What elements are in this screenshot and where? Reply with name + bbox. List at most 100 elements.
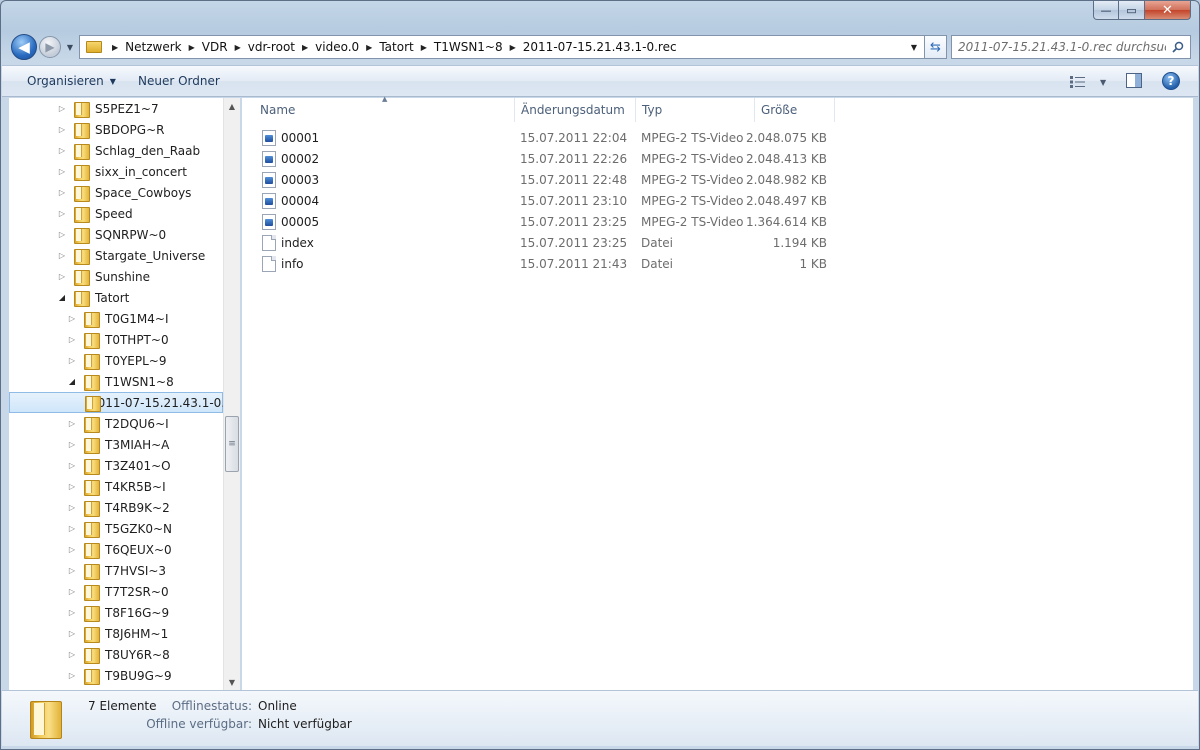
tree-item[interactable]: ▷ T8UY6R~8 bbox=[67, 644, 170, 665]
scroll-down-button[interactable]: ▼ bbox=[224, 674, 240, 690]
tree-item[interactable]: 2011-07-15.21.43.1-0.rec bbox=[9, 392, 238, 413]
file-row[interactable]: 00002 15.07.2011 22:26 MPEG-2 TS-Video 2.04… bbox=[242, 149, 842, 170]
tree-item[interactable]: ▷ T3Z401~O bbox=[67, 455, 171, 476]
navigation-pane[interactable]: ▷ S5PEZ1~7 ▷ SBDOPG~R ▷ Schlag_den_Raab ▷ sixx_… bbox=[9, 98, 239, 690]
tree-item[interactable]: ▷ T7HVSI~3 bbox=[67, 560, 166, 581]
minimize-button[interactable]: — bbox=[1093, 1, 1119, 20]
expand-arrow-icon[interactable]: ▷ bbox=[67, 419, 77, 429]
breadcrumb-item[interactable]: ▶ VDR bbox=[183, 36, 229, 58]
expand-arrow-icon[interactable]: ▷ bbox=[67, 524, 77, 534]
tree-item[interactable]: ▷ T0THPT~0 bbox=[67, 329, 169, 350]
breadcrumb-item[interactable]: ▶ Tatort bbox=[360, 36, 415, 58]
expand-arrow-icon[interactable]: ▷ bbox=[57, 209, 67, 219]
expand-arrow-icon[interactable]: ▷ bbox=[67, 671, 77, 681]
expand-arrow-icon[interactable]: ▷ bbox=[57, 146, 67, 156]
expand-arrow-icon[interactable]: ▷ bbox=[67, 356, 77, 366]
scroll-up-button[interactable]: ▲ bbox=[224, 98, 240, 114]
tree-item[interactable]: ◢ T1WSN1~8 bbox=[67, 371, 174, 392]
search-input[interactable] bbox=[958, 40, 1166, 54]
expand-arrow-icon[interactable]: ▷ bbox=[67, 461, 77, 471]
expand-arrow-icon[interactable]: ▷ bbox=[57, 272, 67, 282]
breadcrumb-arrow-icon[interactable]: ▶ bbox=[504, 43, 522, 52]
file-row[interactable]: index 15.07.2011 23:25 Datei 1.194 KB bbox=[242, 233, 842, 254]
file-row[interactable]: 00004 15.07.2011 23:10 MPEG-2 TS-Video 2.04… bbox=[242, 191, 842, 212]
search-box[interactable] bbox=[951, 35, 1191, 59]
expand-arrow-icon[interactable]: ▷ bbox=[67, 440, 77, 450]
file-row[interactable]: 00005 15.07.2011 23:25 MPEG-2 TS-Video 1.36… bbox=[242, 212, 842, 233]
tree-item[interactable]: ▷ T0YEPL~9 bbox=[67, 350, 167, 371]
expand-arrow-icon[interactable]: ▷ bbox=[57, 230, 67, 240]
expand-arrow-icon[interactable]: ▷ bbox=[67, 482, 77, 492]
close-button[interactable]: ✕ bbox=[1145, 1, 1191, 20]
chevron-down-icon[interactable]: ▼ bbox=[1100, 78, 1106, 87]
tree-scrollbar[interactable]: ▲ ≡ ▼ bbox=[223, 98, 240, 690]
file-row[interactable]: 00003 15.07.2011 22:48 MPEG-2 TS-Video 2.04… bbox=[242, 170, 842, 191]
file-row[interactable]: info 15.07.2011 21:43 Datei 1 KB bbox=[242, 254, 842, 275]
file-row[interactable]: 00001 15.07.2011 22:04 MPEG-2 TS-Video 2.04… bbox=[242, 128, 842, 149]
new-folder-button[interactable]: Neuer Ordner bbox=[138, 74, 220, 88]
scrollbar-thumb[interactable]: ≡ bbox=[225, 416, 239, 472]
column-header-name[interactable]: Name ▲ bbox=[242, 95, 515, 122]
maximize-button[interactable]: ▭ bbox=[1119, 1, 1145, 20]
breadcrumb-item[interactable]: ▶ vdr-root bbox=[229, 36, 296, 58]
expand-arrow-icon[interactable]: ▷ bbox=[57, 188, 67, 198]
search-icon[interactable] bbox=[1172, 41, 1184, 53]
tree-item[interactable]: ▷ SBDOPG~R bbox=[57, 119, 164, 140]
expand-arrow-icon[interactable]: ▷ bbox=[67, 629, 77, 639]
tree-item[interactable]: ▷ T4KR5B~I bbox=[67, 476, 166, 497]
tree-item[interactable]: ▷ Schlag_den_Raab bbox=[57, 140, 200, 161]
breadcrumb-arrow-icon[interactable]: ▶ bbox=[229, 43, 247, 52]
organize-button[interactable]: Organisieren ▼ bbox=[27, 74, 116, 88]
breadcrumb-arrow-icon[interactable]: ▶ bbox=[296, 43, 314, 52]
collapse-arrow-icon[interactable]: ◢ bbox=[67, 377, 77, 387]
collapse-arrow-icon[interactable]: ◢ bbox=[57, 293, 67, 303]
tree-item[interactable]: ◢ Tatort bbox=[57, 287, 129, 308]
tree-item[interactable]: ▷ T3MIAH~A bbox=[67, 434, 169, 455]
breadcrumb-item[interactable]: ▶ 2011-07-15.21.43.1-0.rec bbox=[504, 36, 678, 58]
breadcrumb-item[interactable]: ▶ Netzwerk bbox=[106, 36, 183, 58]
tree-item[interactable]: ▷ Stargate_Universe bbox=[57, 245, 205, 266]
expand-arrow-icon[interactable]: ▷ bbox=[67, 566, 77, 576]
tree-item[interactable]: ▷ Space_Cowboys bbox=[57, 182, 191, 203]
tree-item[interactable]: ▷ T5GZK0~N bbox=[67, 518, 172, 539]
breadcrumb-arrow-icon[interactable]: ▶ bbox=[360, 43, 378, 52]
tree-item[interactable]: ▷ T0G1M4~I bbox=[67, 308, 168, 329]
expand-arrow-icon[interactable]: ▷ bbox=[67, 503, 77, 513]
tree-item[interactable]: ▷ Sunshine bbox=[57, 266, 150, 287]
change-view-button[interactable]: ▼ bbox=[1070, 73, 1110, 91]
tree-item[interactable]: ▷ Speed bbox=[57, 203, 133, 224]
column-header-size[interactable]: Größe bbox=[755, 98, 835, 122]
expand-arrow-icon[interactable]: ▷ bbox=[57, 251, 67, 261]
breadcrumb-arrow-icon[interactable]: ▶ bbox=[415, 43, 433, 52]
help-button[interactable]: ? bbox=[1162, 72, 1180, 90]
breadcrumb-arrow-icon[interactable]: ▶ bbox=[106, 43, 124, 52]
expand-arrow-icon[interactable]: ▷ bbox=[57, 104, 67, 114]
recent-pages-dropdown[interactable]: ▼ bbox=[64, 39, 76, 55]
column-header-type[interactable]: Typ bbox=[636, 98, 755, 122]
tree-item[interactable]: ▷ T8J6HM~1 bbox=[67, 623, 168, 644]
tree-item[interactable]: ▷ T6QEUX~0 bbox=[67, 539, 172, 560]
tree-item[interactable]: ▷ T4RB9K~2 bbox=[67, 497, 170, 518]
tree-item[interactable]: ▷ S5PEZ1~7 bbox=[57, 98, 159, 119]
forward-button[interactable]: ▶ bbox=[39, 36, 61, 58]
expand-arrow-icon[interactable]: ▷ bbox=[67, 545, 77, 555]
expand-arrow-icon[interactable]: ▷ bbox=[67, 314, 77, 324]
tree-item[interactable]: ▷ sixx_in_concert bbox=[57, 161, 187, 182]
expand-arrow-icon[interactable]: ▷ bbox=[67, 335, 77, 345]
address-dropdown[interactable]: ▼ bbox=[906, 38, 922, 56]
tree-item[interactable]: ▷ T9BU9G~9 bbox=[67, 665, 172, 686]
tree-item[interactable]: ▷ T7T2SR~0 bbox=[67, 581, 169, 602]
tree-item[interactable]: ▷ T8F16G~9 bbox=[67, 602, 169, 623]
expand-arrow-icon[interactable]: ▷ bbox=[67, 587, 77, 597]
column-header-date[interactable]: Änderungsdatum bbox=[515, 98, 636, 122]
breadcrumb-item[interactable]: ▶ video.0 bbox=[296, 36, 360, 58]
expand-arrow-icon[interactable]: ▷ bbox=[57, 125, 67, 135]
breadcrumb-item[interactable]: ▶ T1WSN1~8 bbox=[415, 36, 504, 58]
back-button[interactable]: ◀ bbox=[11, 34, 37, 60]
preview-pane-button[interactable] bbox=[1126, 73, 1142, 88]
tree-item[interactable]: ▷ T2DQU6~I bbox=[67, 413, 169, 434]
breadcrumb-arrow-icon[interactable]: ▶ bbox=[183, 43, 201, 52]
expand-arrow-icon[interactable]: ▷ bbox=[67, 608, 77, 618]
expand-arrow-icon[interactable]: ▷ bbox=[67, 650, 77, 660]
file-list-pane[interactable]: Name ▲ Änderungsdatum Typ Größe 00001 15.… bbox=[242, 95, 1193, 690]
